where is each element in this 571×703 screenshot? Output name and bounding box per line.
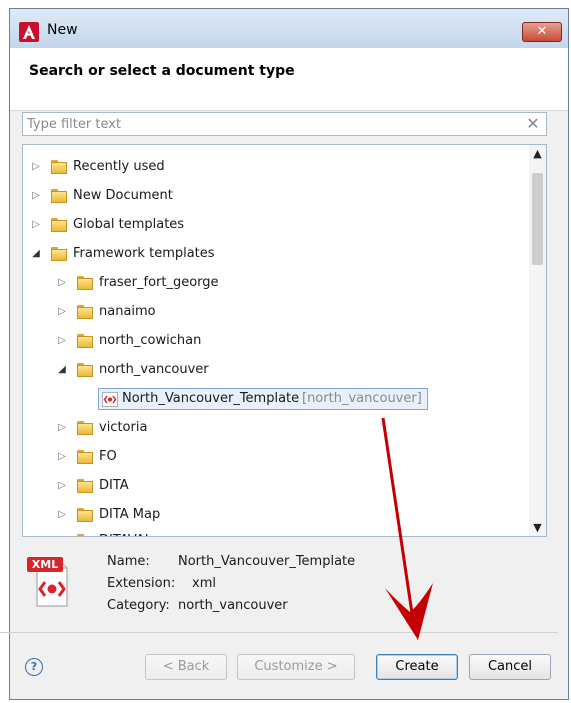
tree-item-label: DITA Map: [99, 507, 161, 522]
button-bar: ? < Back Customize > Create Cancel: [0, 632, 558, 691]
folder-icon: [77, 305, 93, 319]
tree-item-fo[interactable]: ▷ FO: [23, 445, 528, 469]
xml-badge-label: XML: [31, 558, 59, 571]
title-bar[interactable]: New ✕: [10, 9, 568, 48]
expand-arrow-icon[interactable]: ▷: [56, 329, 68, 353]
collapse-arrow-icon[interactable]: ◢: [30, 242, 42, 266]
tree-item-label: Recently used: [73, 159, 165, 174]
cancel-button[interactable]: Cancel: [469, 654, 551, 680]
tree-item-hint: [north_vancouver]: [302, 391, 422, 406]
folder-icon: [51, 160, 67, 174]
folder-icon: [51, 189, 67, 203]
folder-icon: [77, 534, 93, 536]
name-label: Name:: [107, 554, 150, 569]
expand-arrow-icon[interactable]: ▷: [56, 474, 68, 498]
expand-arrow-icon[interactable]: ▷: [56, 271, 68, 295]
scroll-down-icon[interactable]: ▼: [529, 519, 546, 536]
tree-item-recently-used[interactable]: ▷ Recently used: [23, 155, 528, 179]
expand-arrow-icon[interactable]: ▷: [30, 155, 42, 179]
tree-item-label: New Document: [73, 188, 173, 203]
expand-arrow-icon[interactable]: ▷: [30, 184, 42, 208]
folder-icon: [77, 334, 93, 348]
category-value: north_vancouver: [178, 598, 288, 613]
scrollbar-thumb[interactable]: [532, 173, 543, 265]
scroll-up-icon[interactable]: ▲: [529, 145, 546, 162]
tree-item-dita-map[interactable]: ▷ DITA Map: [23, 503, 528, 527]
tree-item-nanaimo[interactable]: ▷ nanaimo: [23, 300, 528, 324]
document-type-tree: ▷ Recently used ▷ New Document ▷ Global …: [22, 144, 547, 537]
clear-filter-icon[interactable]: ✕: [524, 114, 542, 134]
tree-item-label: north_cowichan: [99, 333, 202, 348]
xml-file-icon: [102, 392, 118, 407]
folder-icon: [51, 218, 67, 232]
expand-arrow-icon[interactable]: ▷: [30, 213, 42, 237]
vertical-scrollbar[interactable]: ▲ ▼: [529, 145, 546, 536]
tree-item-label: DITAVAL: [99, 529, 152, 536]
tree-item-label: Framework templates: [73, 246, 215, 261]
tree-item-label: North_Vancouver_Template: [122, 391, 300, 406]
help-button[interactable]: ?: [25, 658, 43, 676]
tree-item-label: Global templates: [73, 217, 185, 232]
filter-box: ✕: [22, 112, 547, 136]
tree-item-label: fraser_fort_george: [99, 275, 219, 290]
expand-arrow-icon[interactable]: ▷: [56, 416, 68, 440]
tree-item-framework-templates[interactable]: ◢ Framework templates: [23, 242, 528, 266]
extension-label: Extension:: [107, 576, 176, 591]
template-info-panel: XML Name: North_Vancouver_Template Exten…: [0, 540, 560, 630]
customize-button[interactable]: Customize >: [237, 654, 355, 680]
folder-icon: [77, 479, 93, 493]
folder-icon: [51, 247, 67, 261]
tree-item-north-cowichan[interactable]: ▷ north_cowichan: [23, 329, 528, 353]
tree-item-fraser-fort-george[interactable]: ▷ fraser_fort_george: [23, 271, 528, 295]
folder-icon: [77, 508, 93, 522]
expand-arrow-icon[interactable]: ▷: [56, 300, 68, 324]
folder-icon: [77, 450, 93, 464]
folder-icon: [77, 421, 93, 435]
tree-item-label: nanaimo: [99, 304, 156, 319]
dialog-heading: Search or select a document type: [29, 63, 295, 79]
tree-item-north-vancouver-template[interactable]: North_Vancouver_Template [north_vancouve…: [23, 387, 528, 411]
back-button[interactable]: < Back: [145, 654, 227, 680]
expand-arrow-icon[interactable]: ▷: [56, 503, 68, 527]
window-title: New: [47, 22, 78, 38]
tree-item-ditaval[interactable]: ▷ DITAVAL: [23, 529, 528, 536]
folder-icon: [77, 363, 93, 377]
expand-arrow-icon[interactable]: ▷: [56, 445, 68, 469]
tree-item-label: DITA: [99, 478, 129, 493]
tree-item-north-vancouver[interactable]: ◢ north_vancouver: [23, 358, 528, 382]
filter-input[interactable]: [23, 113, 517, 135]
close-button[interactable]: ✕: [522, 22, 562, 42]
category-label: Category:: [107, 598, 170, 613]
create-button[interactable]: Create: [376, 654, 458, 680]
xml-document-icon: XML: [27, 552, 71, 608]
tree-item-global-templates[interactable]: ▷ Global templates: [23, 213, 528, 237]
expand-arrow-icon[interactable]: ▷: [56, 529, 68, 536]
tree-item-label: FO: [99, 449, 117, 464]
tree-item-new-document[interactable]: ▷ New Document: [23, 184, 528, 208]
folder-icon: [77, 276, 93, 290]
extension-value: xml: [192, 576, 216, 591]
tree-item-label: victoria: [99, 420, 148, 435]
name-value: North_Vancouver_Template: [178, 554, 356, 569]
dialog-header: Search or select a document type: [10, 48, 568, 111]
collapse-arrow-icon[interactable]: ◢: [56, 358, 68, 382]
tree-item-victoria[interactable]: ▷ victoria: [23, 416, 528, 440]
tree-item-label: north_vancouver: [99, 362, 209, 377]
app-logo-icon: [19, 22, 39, 42]
tree-item-dita[interactable]: ▷ DITA: [23, 474, 528, 498]
